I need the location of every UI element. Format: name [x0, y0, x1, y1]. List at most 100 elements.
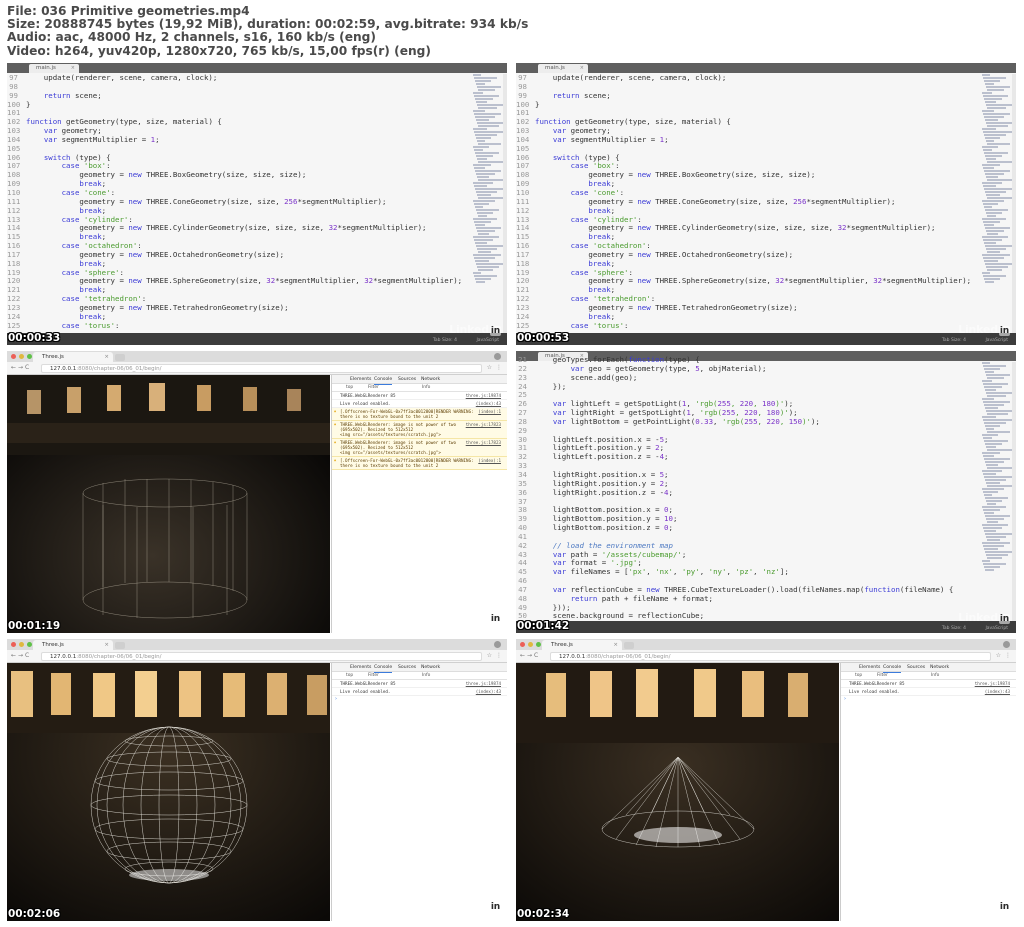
level-select[interactable]: Info: [422, 384, 430, 392]
url-input[interactable]: 127.0.0.1:8080/chapter-06/06_01/begin/: [41, 364, 482, 373]
syntax-label[interactable]: JavaScript: [476, 338, 499, 343]
user-icon[interactable]: [494, 353, 501, 360]
menu-icon[interactable]: ⋮: [1005, 652, 1011, 659]
message-source-link[interactable]: three.js:19874: [466, 681, 501, 686]
message-source-link[interactable]: three.js:17823: [466, 422, 501, 427]
minimap[interactable]: [982, 362, 1016, 621]
level-select[interactable]: Info: [422, 672, 430, 680]
code-line[interactable]: 99 return scene;: [7, 91, 467, 101]
code-line[interactable]: 32 lightLeft.position.z = -4;: [516, 452, 976, 462]
url-input[interactable]: 127.0.0.1:8080/chapter-06/06_01/begin/: [41, 652, 482, 661]
tab-elements[interactable]: Elements: [859, 663, 880, 672]
level-select[interactable]: Info: [931, 672, 939, 680]
tab-sources[interactable]: Sources: [907, 663, 925, 672]
code-line[interactable]: 100}: [7, 100, 467, 110]
nav-buttons[interactable]: ←→C: [11, 364, 31, 371]
code-area[interactable]: 97 update(renderer, scene, camera, clock…: [516, 74, 976, 333]
close-icon[interactable]: ×: [613, 640, 618, 650]
code-line[interactable]: 99 return scene;: [516, 91, 976, 101]
tab-sources[interactable]: Sources: [398, 663, 416, 672]
scrollbar[interactable]: [503, 74, 507, 333]
nav-buttons[interactable]: ←→C: [520, 652, 540, 659]
close-window-icon[interactable]: [11, 354, 16, 359]
code-line[interactable]: 40 lightBottom.position.z = 0;: [516, 523, 976, 533]
new-tab-button[interactable]: [624, 642, 634, 649]
code-line[interactable]: 50 scene.background = reflectionCube;: [516, 612, 976, 621]
code-line[interactable]: 104 var segmentMultiplier = 1;: [516, 135, 976, 145]
message-source-link[interactable]: (index):43: [476, 689, 501, 694]
close-icon[interactable]: ×: [104, 352, 109, 362]
close-icon[interactable]: ×: [71, 64, 75, 73]
tab-size-label[interactable]: Tab Size: 4: [942, 626, 966, 631]
editor-tab[interactable]: main.js ×: [538, 64, 588, 73]
minimap[interactable]: [473, 74, 507, 333]
code-line[interactable]: 125 case 'torus':: [516, 321, 976, 331]
code-line[interactable]: 104 var segmentMultiplier = 1;: [7, 135, 467, 145]
menu-icon[interactable]: ⋮: [496, 364, 502, 371]
editor-tab[interactable]: main.js ×: [29, 64, 79, 73]
minimap[interactable]: [982, 74, 1016, 333]
maximize-window-icon[interactable]: [536, 642, 541, 647]
code-line[interactable]: 48 return path + fileName + format;: [516, 594, 976, 604]
tab-size-label[interactable]: Tab Size: 4: [942, 338, 966, 343]
message-source-link[interactable]: three.js:19874: [975, 681, 1010, 686]
message-source-link[interactable]: (index):1: [478, 409, 501, 414]
message-source-link[interactable]: (index):43: [476, 401, 501, 406]
filter-input[interactable]: Filter: [368, 384, 379, 392]
new-tab-button[interactable]: [115, 354, 125, 361]
maximize-window-icon[interactable]: [27, 354, 32, 359]
user-icon[interactable]: [1003, 641, 1010, 648]
tab-sources[interactable]: Sources: [398, 375, 416, 384]
webgl-canvas[interactable]: [7, 663, 330, 921]
tab-elements[interactable]: Elements: [350, 375, 371, 384]
tab-network[interactable]: Network: [421, 375, 440, 384]
browser-tab[interactable]: Three.js ×: [33, 640, 113, 650]
code-line[interactable]: 36 lightRight.position.z = -4;: [516, 488, 976, 498]
code-line[interactable]: 125 case 'torus':: [7, 321, 467, 331]
code-line[interactable]: 100}: [516, 100, 976, 110]
message-source-link[interactable]: (index):43: [985, 689, 1010, 694]
console-prompt[interactable]: ›: [841, 696, 1016, 702]
context-select[interactable]: top: [855, 672, 862, 680]
webgl-canvas[interactable]: [516, 663, 839, 921]
nav-buttons[interactable]: ←→C: [11, 652, 31, 659]
browser-tab[interactable]: Three.js ×: [542, 640, 622, 650]
url-input[interactable]: 127.0.0.1:8080/chapter-06/06_01/begin/: [550, 652, 991, 661]
code-area[interactable]: 21 geoTypes.forEach(function(type) {22 v…: [516, 356, 976, 621]
syntax-label[interactable]: JavaScript: [985, 338, 1008, 343]
tab-network[interactable]: Network: [421, 663, 440, 672]
filter-input[interactable]: Filter: [877, 672, 888, 680]
code-line[interactable]: 45 var fileNames = ['px', 'nx', 'py', 'n…: [516, 567, 976, 577]
browser-tab[interactable]: Three.js ×: [33, 352, 113, 362]
code-line[interactable]: 97 update(renderer, scene, camera, clock…: [516, 74, 976, 83]
console-prompt[interactable]: ›: [332, 696, 507, 702]
filter-input[interactable]: Filter: [368, 672, 379, 680]
message-source-link[interactable]: (index):1: [478, 458, 501, 463]
close-window-icon[interactable]: [520, 642, 525, 647]
maximize-window-icon[interactable]: [27, 642, 32, 647]
close-icon[interactable]: ×: [104, 640, 109, 650]
scrollbar[interactable]: [1012, 362, 1016, 621]
menu-icon[interactable]: ⋮: [496, 652, 502, 659]
tab-network[interactable]: Network: [930, 663, 949, 672]
context-select[interactable]: top: [346, 384, 353, 392]
tab-elements[interactable]: Elements: [350, 663, 371, 672]
code-line[interactable]: 24 });: [516, 382, 976, 392]
message-source-link[interactable]: three.js:19874: [466, 393, 501, 398]
webgl-canvas[interactable]: [7, 375, 330, 633]
close-icon[interactable]: ×: [580, 64, 584, 73]
bookmark-star-icon[interactable]: ☆: [996, 652, 1001, 659]
code-line[interactable]: 97 update(renderer, scene, camera, clock…: [7, 74, 467, 83]
code-area[interactable]: 97 update(renderer, scene, camera, clock…: [7, 74, 467, 333]
code-line[interactable]: 28 var lightBottom = getPointLight(0.33,…: [516, 417, 976, 427]
minimize-window-icon[interactable]: [19, 354, 24, 359]
new-tab-button[interactable]: [115, 642, 125, 649]
bookmark-star-icon[interactable]: ☆: [487, 364, 492, 371]
minimize-window-icon[interactable]: [528, 642, 533, 647]
message-source-link[interactable]: three.js:17823: [466, 440, 501, 445]
tab-size-label[interactable]: Tab Size: 4: [433, 338, 457, 343]
close-window-icon[interactable]: [11, 642, 16, 647]
scrollbar[interactable]: [1012, 74, 1016, 333]
syntax-label[interactable]: JavaScript: [985, 626, 1008, 631]
bookmark-star-icon[interactable]: ☆: [487, 652, 492, 659]
